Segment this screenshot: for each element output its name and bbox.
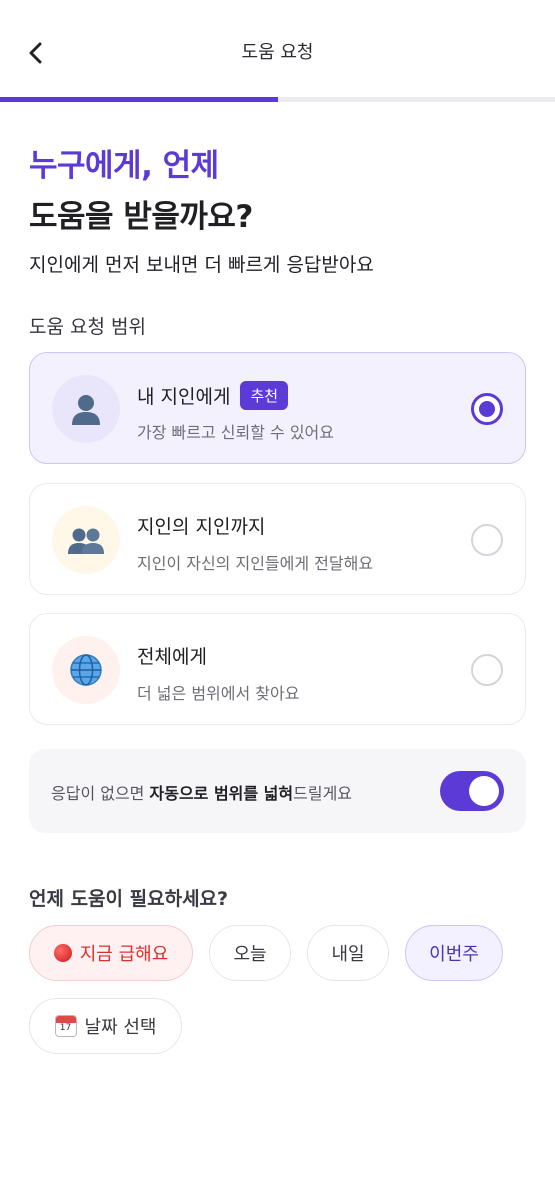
radio-unselected[interactable]	[471, 654, 503, 686]
chip-this-week[interactable]: 이번주	[405, 925, 503, 981]
globe-icon	[52, 636, 120, 704]
option-title: 지인의 지인까지	[137, 516, 266, 538]
option-desc: 더 넓은 범위에서 찾아요	[137, 684, 300, 703]
chip-urgent[interactable]: 지금 급해요	[29, 925, 193, 981]
option-friends-of-friends[interactable]: 지인의 지인까지 지인이 자신의 지인들에게 전달해요	[29, 483, 526, 595]
radio-unselected[interactable]	[471, 524, 503, 556]
headline: 누구에게, 언제 도움을 받을까요?	[29, 140, 253, 236]
option-my-contacts[interactable]: 내 지인에게 추천 가장 빠르고 신뢰할 수 있어요	[29, 352, 526, 464]
calendar-icon: 17	[54, 1015, 77, 1037]
red-circle-icon	[53, 944, 72, 962]
headline-accent: 누구에게, 언제	[29, 148, 219, 184]
option-title: 내 지인에게	[137, 386, 231, 408]
chip-label: 날짜 선택	[84, 1017, 157, 1038]
subtitle: 지인에게 먼저 보내면 더 빠르게 응답받아요	[29, 254, 374, 276]
option-desc: 지인이 자신의 지인들에게 전달해요	[137, 554, 374, 573]
page-title: 도움 요청	[241, 42, 314, 63]
option-title: 전체에게	[137, 646, 207, 668]
chip-label: 오늘	[233, 944, 267, 965]
chip-pick-date[interactable]: 17 날짜 선택	[29, 998, 182, 1054]
chip-label: 지금 급해요	[79, 944, 169, 965]
toggle-knob	[469, 776, 499, 806]
when-label: 언제 도움이 필요하세요?	[29, 888, 229, 910]
headline-main: 도움을 받을까요?	[29, 199, 253, 235]
scope-label: 도움 요청 범위	[29, 316, 146, 338]
progress-bar	[0, 97, 555, 102]
top-bar: 도움 요청	[0, 0, 555, 100]
chip-tomorrow[interactable]: 내일	[307, 925, 389, 981]
auto-expand-toggle[interactable]	[440, 771, 504, 811]
chip-label: 이번주	[429, 944, 479, 965]
chip-label: 내일	[331, 944, 365, 965]
auto-expand-text: 응답이 없으면 자동으로 범위를 넓혀드릴게요	[51, 784, 353, 803]
progress-fill	[0, 97, 278, 102]
option-desc: 가장 빠르고 신뢰할 수 있어요	[137, 423, 334, 442]
people-icon	[52, 506, 120, 574]
option-everyone[interactable]: 전체에게 더 넓은 범위에서 찾아요	[29, 613, 526, 725]
recommended-badge: 추천	[240, 381, 289, 410]
auto-expand-row: 응답이 없으면 자동으로 범위를 넓혀드릴게요	[29, 749, 526, 833]
person-icon	[52, 375, 120, 443]
radio-selected[interactable]	[471, 393, 503, 425]
chip-today[interactable]: 오늘	[209, 925, 291, 981]
